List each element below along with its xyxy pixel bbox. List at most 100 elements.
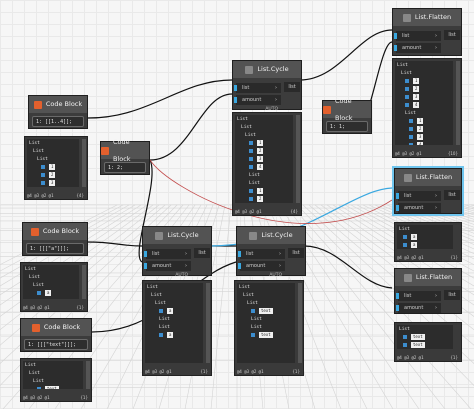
list-flatten-node[interactable]: List.Flatten list › amount › list: [394, 268, 462, 314]
input-port-amount[interactable]: amount ›: [396, 303, 441, 313]
preview-value-row: 3: [27, 179, 79, 187]
code-input[interactable]: 1: [[["a"]]];: [26, 243, 84, 254]
input-port-amount[interactable]: amount ›: [394, 43, 441, 53]
preview-list-row: List: [397, 62, 408, 68]
code-block-node[interactable]: Code Block 1: 1;: [322, 97, 372, 134]
port-label: amount: [152, 263, 172, 269]
port-label: amount: [404, 205, 424, 211]
workspace-canvas[interactable]: Code Block 1: [[1..4]]; ListListList1234…: [0, 0, 474, 409]
preview-list-row: List: [151, 292, 162, 298]
output-port-list[interactable]: list: [444, 30, 460, 40]
preview-list-row: List: [251, 316, 262, 322]
code-block-node[interactable]: Code Block 1: [[["a"]]];: [22, 222, 88, 256]
preview-scrollbar[interactable]: [82, 139, 86, 187]
port-label: list: [152, 251, 160, 257]
node-header[interactable]: List.Cycle: [143, 227, 211, 244]
node-header[interactable]: Code Block: [21, 319, 91, 336]
preview-scrollbar[interactable]: [298, 283, 302, 363]
node-header[interactable]: List.Cycle: [237, 227, 305, 244]
node-preview[interactable]: List List List a List List a @4 @3 @2 @1 {1}: [142, 280, 212, 376]
index-marker-icon: [159, 309, 163, 313]
input-port-amount[interactable]: amount ›: [396, 203, 441, 213]
input-port-list[interactable]: list ›: [234, 83, 281, 93]
preview-value-row: 2: [395, 85, 453, 93]
watch-preview[interactable]: List List List text @4 @3 @2 @1 {1}: [20, 358, 92, 402]
preview-scrollbar[interactable]: [456, 61, 460, 145]
input-port-list[interactable]: list ›: [394, 31, 441, 41]
chevron-right-icon: ›: [435, 193, 437, 199]
input-port-amount[interactable]: amount ›: [238, 261, 285, 271]
preview-value-row: 1: [27, 163, 79, 171]
list-node-icon: [403, 173, 412, 182]
code-block-icon: [30, 227, 39, 236]
output-port-list[interactable]: list: [194, 248, 210, 258]
preview-scrollbar[interactable]: [86, 361, 90, 389]
preview-value: 4: [413, 102, 420, 108]
code-block-node[interactable]: Code Block 1: [[1..4]];: [28, 95, 88, 129]
watch-preview[interactable]: ListListList1234 @4 @3 @2 @1 {4}: [24, 136, 88, 200]
node-header[interactable]: Code Block: [101, 138, 149, 163]
node-header[interactable]: List.Cycle: [233, 61, 301, 78]
node-preview[interactable]: List List 1 2 3 4 List 1 2 3 4 @4 @3 @2 @1 {10}: [392, 58, 462, 158]
preview-list-row: List: [33, 148, 44, 154]
node-preview[interactable]: List a a @4 @3 @2 @1 {1}: [394, 222, 462, 262]
input-port-list[interactable]: list ›: [144, 249, 191, 259]
preview-scrollbar[interactable]: [82, 265, 86, 299]
input-port-amount[interactable]: amount ›: [144, 261, 191, 271]
node-header[interactable]: Code Block: [23, 223, 87, 240]
output-port-list[interactable]: list: [284, 82, 300, 92]
node-header[interactable]: Code Block: [29, 96, 87, 113]
grid-line: [464, 204, 474, 208]
output-port-list[interactable]: list: [444, 290, 460, 300]
list-cycle-node[interactable]: List.Cycle list › amount › AUTO list: [142, 226, 212, 278]
preview-value: 3: [413, 94, 420, 100]
preview-value-row: 3: [395, 133, 453, 141]
list-flatten-node[interactable]: List.Flatten list › amount › list: [392, 8, 462, 56]
index-marker-icon: [409, 135, 413, 139]
preview-value: a: [411, 242, 418, 248]
node-title: Code Block: [43, 323, 81, 331]
input-port-list[interactable]: list ›: [396, 191, 441, 201]
preview-levels: @4 @3 @2 @1: [145, 369, 172, 374]
port-label: list: [242, 85, 250, 91]
preview-levels: @4 @3 @2 @1: [27, 193, 54, 198]
lacing-auto[interactable]: AUTO: [146, 273, 191, 278]
node-header[interactable]: Code Block: [323, 97, 371, 122]
code-input[interactable]: 1: [[1..4]];: [32, 116, 84, 127]
preview-scrollbar[interactable]: [206, 283, 210, 363]
lacing-auto[interactable]: AUTO: [240, 273, 285, 278]
code-block-icon: [101, 146, 109, 155]
node-header[interactable]: List.Flatten: [393, 9, 461, 26]
list-cycle-node[interactable]: List.Cycle list › amount › AUTO list: [236, 226, 306, 278]
node-preview[interactable]: ListListList1234ListList1234 @4 @3 @2 @1…: [232, 112, 302, 216]
watch-preview[interactable]: List List List a @4 @3 @2 @1 {1}: [20, 262, 88, 312]
input-port-amount[interactable]: amount ›: [234, 95, 281, 105]
preview-value-row: a: [145, 331, 203, 339]
preview-value: text: [259, 308, 273, 314]
node-header[interactable]: List.Flatten: [395, 269, 461, 286]
code-input[interactable]: 1: [[["text"]]];: [24, 339, 88, 350]
preview-count: {1}: [292, 369, 300, 374]
preview-value-row: 4: [395, 141, 453, 145]
list-node-icon: [402, 13, 411, 22]
preview-scrollbar[interactable]: [296, 115, 300, 203]
preview-value: 2: [413, 86, 420, 92]
input-port-list[interactable]: list ›: [396, 291, 441, 301]
node-preview[interactable]: List text text @4 @3 @2 @1 {1}: [394, 322, 462, 362]
input-port-list[interactable]: list ›: [238, 249, 285, 259]
preview-count: {1}: [450, 255, 458, 260]
chevron-right-icon: ›: [435, 305, 437, 311]
node-preview[interactable]: List List List text List List text @4 @3 @2 @1…: [234, 280, 304, 376]
list-cycle-node[interactable]: List.Cycle list › amount › AUTO list: [232, 60, 302, 112]
code-block-node[interactable]: Code Block 1: 2;: [100, 138, 150, 175]
list-flatten-node[interactable]: List.Flatten list › amount › list: [392, 166, 464, 216]
preview-value: text: [411, 342, 425, 348]
code-block-node[interactable]: Code Block 1: [[["text"]]];: [20, 318, 92, 352]
chevron-right-icon: ›: [185, 263, 187, 269]
preview-value: 3: [417, 134, 424, 140]
output-port-list[interactable]: list: [288, 248, 304, 258]
node-header[interactable]: List.Flatten: [395, 169, 461, 186]
output-port-list[interactable]: list: [444, 190, 460, 200]
preview-list-row: List: [33, 282, 44, 288]
chevron-right-icon: ›: [185, 251, 187, 257]
